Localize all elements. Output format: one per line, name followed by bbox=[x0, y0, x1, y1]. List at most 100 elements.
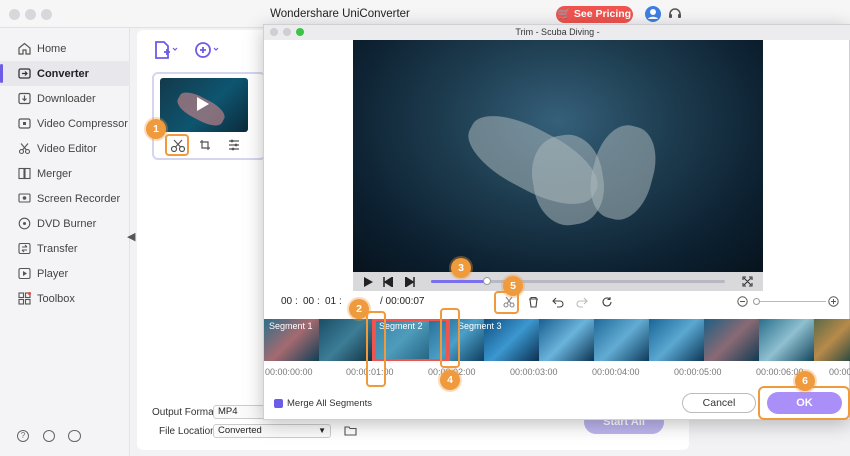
ruler-tick-label: 00:00:05:00 bbox=[674, 367, 722, 377]
merge-all-segments-checkbox[interactable]: Merge All Segments bbox=[274, 398, 372, 409]
sidebar-item-label: DVD Burner bbox=[37, 217, 97, 230]
output-format-label: Output Format: bbox=[152, 407, 220, 418]
close-window-button[interactable] bbox=[9, 9, 20, 20]
sidebar-item-transfer[interactable]: Transfer bbox=[0, 236, 130, 261]
sidebar-item-dvd-burner[interactable]: DVD Burner bbox=[0, 211, 130, 236]
add-media-icon[interactable] bbox=[194, 40, 219, 60]
sidebar-item-label: Video Compressor bbox=[37, 117, 128, 130]
video-preview[interactable] bbox=[353, 40, 763, 272]
timeline-frame bbox=[704, 319, 759, 361]
compress-icon bbox=[18, 118, 31, 129]
trim-dialog-title: Trim - Scuba Diving - bbox=[515, 27, 600, 37]
zoom-in-icon[interactable] bbox=[828, 296, 839, 307]
next-frame-icon[interactable] bbox=[405, 277, 415, 287]
ruler-tick-label: 00:00:03:00 bbox=[510, 367, 558, 377]
sidebar-item-label: Transfer bbox=[37, 242, 78, 255]
sidebar-item-downloader[interactable]: Downloader bbox=[0, 86, 130, 111]
delete-icon[interactable] bbox=[528, 296, 539, 308]
sidebar-item-label: Player bbox=[37, 267, 69, 280]
sidebar-item-label: Video Editor bbox=[37, 142, 97, 155]
sidebar-item-converter[interactable]: Converter bbox=[0, 61, 130, 86]
file-location-value: Converted bbox=[218, 425, 262, 436]
ruler-tick-label: 00:00:04:00 bbox=[592, 367, 640, 377]
timeline-frame bbox=[814, 319, 850, 361]
help-icon[interactable]: ? bbox=[17, 430, 29, 442]
effects-icon[interactable] bbox=[228, 139, 240, 151]
file-location-select[interactable]: Converted ▼ bbox=[213, 424, 331, 438]
fullscreen-icon[interactable] bbox=[742, 276, 753, 287]
trim-dialog-title-bar: Trim - Scuba Diving - bbox=[264, 25, 850, 40]
account-icon[interactable] bbox=[43, 430, 55, 442]
disc-icon bbox=[18, 217, 31, 230]
chevron-down-icon: ▼ bbox=[318, 426, 326, 435]
headset-icon[interactable] bbox=[667, 6, 683, 22]
sidebar-item-home[interactable]: Home bbox=[0, 36, 130, 61]
download-icon bbox=[18, 92, 31, 105]
folder-icon[interactable] bbox=[344, 425, 357, 436]
thumbnail-play-icon[interactable] bbox=[197, 97, 209, 111]
step-badge: 3 bbox=[451, 258, 471, 278]
transfer-icon bbox=[18, 242, 31, 255]
time-separator: : bbox=[295, 296, 298, 307]
zoom-slider-handle[interactable] bbox=[753, 298, 760, 305]
output-format-value: MP4 bbox=[218, 406, 238, 417]
time-minutes[interactable]: 00 bbox=[303, 296, 314, 307]
app-title: Wondershare UniConverter bbox=[270, 8, 410, 20]
time-separator: : bbox=[317, 296, 320, 307]
time-seconds[interactable]: 01 bbox=[325, 296, 336, 307]
total-duration: / 00:00:07 bbox=[380, 296, 425, 307]
user-icon[interactable] bbox=[645, 6, 661, 22]
minimize-window-button[interactable] bbox=[25, 9, 36, 20]
ok-button-highlight bbox=[758, 386, 850, 420]
sidebar-item-label: Toolbox bbox=[37, 292, 75, 305]
merge-icon bbox=[18, 167, 31, 180]
sidebar-item-label: Home bbox=[37, 42, 67, 55]
step-badge: 5 bbox=[503, 276, 523, 296]
step-badge: 2 bbox=[349, 299, 369, 319]
zoom-out-icon[interactable] bbox=[737, 296, 748, 307]
step-badge: 6 bbox=[795, 371, 815, 391]
sidebar-item-video-editor[interactable]: Video Editor bbox=[0, 136, 130, 161]
see-pricing-button[interactable]: 🛒 See Pricing bbox=[556, 6, 633, 23]
sidebar-item-video-compressor[interactable]: Video Compressor bbox=[0, 111, 130, 136]
cart-icon: 🛒 bbox=[557, 8, 571, 20]
step-badge: 1 bbox=[146, 119, 166, 139]
see-pricing-label: See Pricing bbox=[573, 8, 632, 20]
add-file-icon[interactable] bbox=[153, 40, 178, 60]
timeline-frame bbox=[539, 319, 594, 361]
dialog-close-button[interactable] bbox=[270, 28, 278, 36]
zoom-slider[interactable] bbox=[754, 301, 826, 302]
play-icon[interactable] bbox=[363, 277, 373, 287]
time-hours[interactable]: 00 bbox=[281, 296, 292, 307]
undo-icon[interactable] bbox=[552, 296, 564, 308]
zoom-window-button[interactable] bbox=[41, 9, 52, 20]
dialog-zoom-button[interactable] bbox=[296, 28, 304, 36]
sidebar-item-toolbox[interactable]: Toolbox bbox=[0, 286, 130, 311]
record-icon bbox=[18, 193, 31, 203]
sidebar-item-screen-recorder[interactable]: Screen Recorder bbox=[0, 186, 130, 211]
dialog-minimize-button[interactable] bbox=[283, 28, 291, 36]
converter-icon bbox=[18, 68, 31, 79]
sidebar-item-label: Merger bbox=[37, 167, 72, 180]
cancel-button[interactable]: Cancel bbox=[682, 393, 756, 413]
sidebar-item-label: Screen Recorder bbox=[37, 192, 121, 205]
scissors-icon bbox=[18, 143, 31, 155]
sidebar-item-merger[interactable]: Merger bbox=[0, 161, 130, 186]
reset-icon[interactable] bbox=[601, 296, 613, 308]
sidebar-item-player[interactable]: Player bbox=[0, 261, 130, 286]
crop-icon[interactable] bbox=[199, 139, 211, 151]
segment-label: Segment 1 bbox=[269, 321, 313, 331]
file-location-label: File Location: bbox=[159, 426, 219, 437]
previous-frame-icon[interactable] bbox=[383, 277, 393, 287]
feedback-icon[interactable] bbox=[68, 430, 81, 442]
timeline-strip[interactable]: Segment 1 Segment 2 Segment 3 bbox=[264, 319, 850, 361]
trim-icon-highlight bbox=[165, 134, 189, 156]
redo-icon[interactable] bbox=[576, 296, 588, 308]
merge-all-segments-label: Merge All Segments bbox=[287, 398, 373, 409]
seek-bar-handle[interactable] bbox=[482, 277, 491, 285]
grid-icon bbox=[18, 292, 31, 305]
seek-bar-progress bbox=[431, 280, 487, 283]
ruler-tick-label: 00:00:07:00 bbox=[829, 367, 850, 377]
sidebar-item-label: Downloader bbox=[37, 92, 96, 105]
play-icon bbox=[18, 267, 31, 280]
